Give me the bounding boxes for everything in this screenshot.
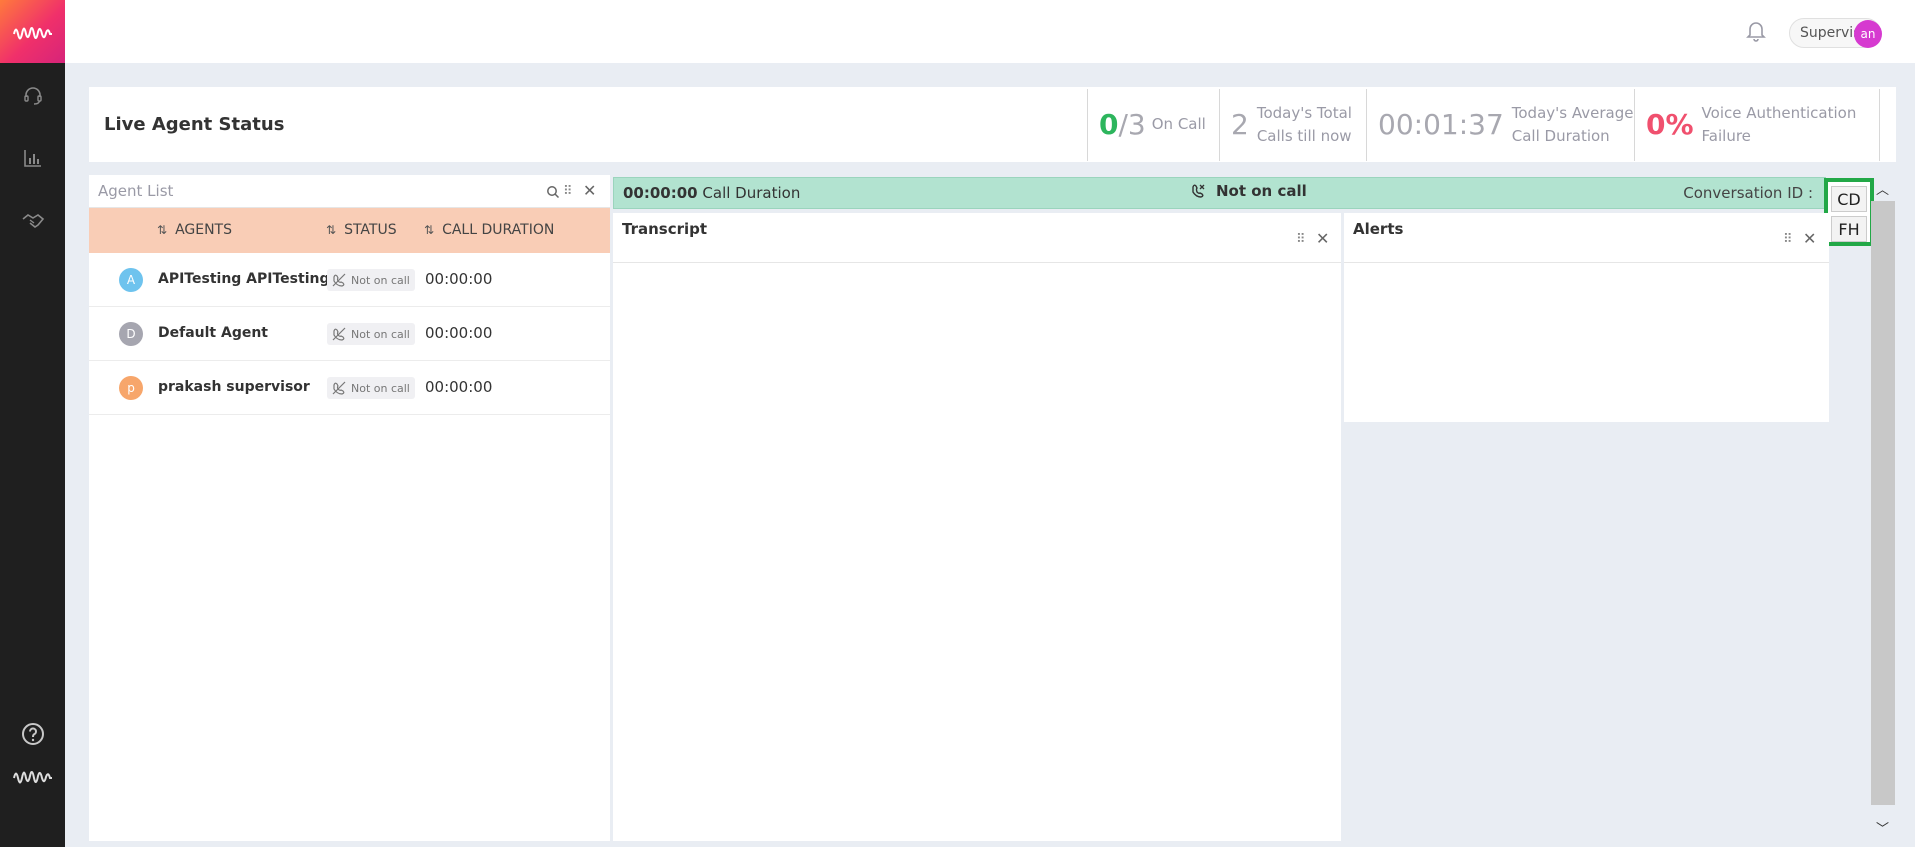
agent-name: prakash supervisor [158,379,310,395]
alerts-header: Alerts ⠿ ✕ [1344,213,1829,263]
status-text: Not on call [351,327,410,341]
conversation-id-label: Conversation ID : [1683,184,1813,202]
sort-icon: ⇅ [326,223,337,237]
highlighted-button-group: CD FH [1824,178,1874,246]
call-off-icon [332,381,346,395]
call-off-icon [332,273,346,287]
call-status-text: Not on call [1216,182,1307,200]
metric-total-calls: 2 Today's Total Calls till now [1219,87,1352,162]
alerts-title: Alerts [1353,220,1404,238]
metric-on-call: 0/3 On Call [1087,87,1206,162]
call-duration-display: 00:00:00 Call Duration [623,184,800,202]
agent-name: APITesting APITesting [158,271,330,287]
column-call-duration: CALL DURATION [442,222,555,238]
agent-name: Default Agent [158,325,268,341]
alerts-widget: Alerts ⠿ ✕ [1344,213,1829,422]
scroll-up-icon[interactable]: ︿ [1876,179,1889,198]
voice-auth-label-2: Failure [1701,126,1751,145]
status-badge: Not on call [327,269,415,291]
left-sidebar [0,0,65,847]
call-duration: 00:00:00 [425,324,493,342]
metric-avg-duration: 00:01:37 Today's Average Call Duration [1366,87,1633,162]
scroll-down-icon[interactable]: ﹀ [1876,818,1889,837]
bell-icon [1746,22,1766,42]
table-row[interactable]: p prakash supervisor Not on call 00:00:0… [89,361,610,415]
phone-off-icon [1192,184,1205,198]
voice-auth-label-1: Voice Authentication [1701,103,1857,122]
drag-handle-icon[interactable]: ⠿ [1296,232,1305,247]
sort-duration-header[interactable]: ⇅ CALL DURATION [424,222,554,238]
sort-icon: ⇅ [157,223,168,237]
avg-duration-value: 00:01:37 [1378,108,1504,141]
avg-duration-label-1: Today's Average [1511,103,1634,122]
avatar: p [119,376,143,400]
agent-list-search-input[interactable]: Agent List [98,182,173,200]
status-badge: Not on call [327,323,415,345]
call-status: Not on call [1190,182,1307,200]
drag-handle-icon[interactable]: ⠿ [563,184,572,199]
top-bar [65,0,1915,63]
call-duration: 00:00:00 [425,378,493,396]
voice-auth-value: 0% [1646,108,1694,141]
call-duration: 00:00:00 [425,270,493,288]
sort-icon: ⇅ [424,223,435,237]
wave-logo-icon [12,26,52,39]
agent-list-panel: Agent List ⠿ ✕ ⇅ AGENTS ⇅ STATUS ⇅ CALL … [89,175,610,841]
avatar: D [119,322,143,346]
nav-reports[interactable] [0,138,65,178]
transcript-widget: Transcript ⠿ ✕ [613,213,1341,841]
headset-icon [23,87,42,105]
avg-duration-label-2: Call Duration [1511,126,1610,145]
avatar: A [119,268,143,292]
nav-partners[interactable] [0,201,65,241]
transcript-title: Transcript [622,220,708,238]
cd-button[interactable]: CD [1831,186,1867,212]
close-icon[interactable]: ✕ [583,181,596,200]
call-off-icon [332,327,346,341]
notifications-button[interactable] [1745,18,1767,46]
column-status: STATUS [344,222,397,238]
close-icon[interactable]: ✕ [1803,229,1816,248]
status-text: Not on call [351,381,410,395]
on-call-label: On Call [1151,115,1206,133]
metric-voice-auth: 0% Voice Authentication Failure [1634,87,1856,162]
help-icon [21,723,44,745]
call-duration-value: 00:00:00 [623,184,698,202]
divider [1879,89,1880,161]
table-row[interactable]: D Default Agent Not on call 00:00:00 [89,307,610,361]
close-icon[interactable]: ✕ [1316,229,1329,248]
sort-agents-header[interactable]: ⇅ AGENTS [157,222,232,238]
live-status-header: Live Agent Status 0/3 On Call 2 Today's … [89,87,1896,162]
drag-handle-icon[interactable]: ⠿ [1783,232,1792,247]
on-call-total: /3 [1118,108,1146,141]
scroll-thumb[interactable] [1871,201,1895,805]
search-icon[interactable] [546,185,560,199]
agent-list-header: Agent List ⠿ ✕ [89,175,610,208]
avatar: an [1854,20,1882,48]
nav-live-calls[interactable] [0,76,65,116]
app-logo[interactable] [0,0,65,63]
help-button[interactable] [0,714,65,754]
transcript-header: Transcript ⠿ ✕ [613,213,1341,263]
brand-footer [0,756,65,796]
call-info-bar: 00:00:00 Call Duration Not on call Conve… [613,177,1826,209]
column-agents: AGENTS [175,222,232,238]
status-badge: Not on call [327,377,415,399]
agent-table-header: ⇅ AGENTS ⇅ STATUS ⇅ CALL DURATION [89,208,610,253]
call-duration-label: Call Duration [702,184,801,202]
status-text: Not on call [351,273,410,287]
total-calls-label-2: Calls till now [1256,126,1352,145]
table-row[interactable]: A APITesting APITesting Not on call 00:0… [89,253,610,307]
page-title: Live Agent Status [104,114,285,135]
on-call-count: 0 [1099,108,1119,141]
scrollbar[interactable]: ︿ ﹀ [1870,177,1895,841]
bar-chart-icon [23,150,41,167]
total-calls-label-1: Today's Total [1256,103,1352,122]
sort-status-header[interactable]: ⇅ STATUS [326,222,397,238]
total-calls-value: 2 [1231,108,1249,141]
wave-logo-icon [12,771,52,784]
user-menu[interactable]: Supervisor an [1789,18,1882,48]
fh-button[interactable]: FH [1831,216,1867,242]
handshake-icon [22,214,44,228]
